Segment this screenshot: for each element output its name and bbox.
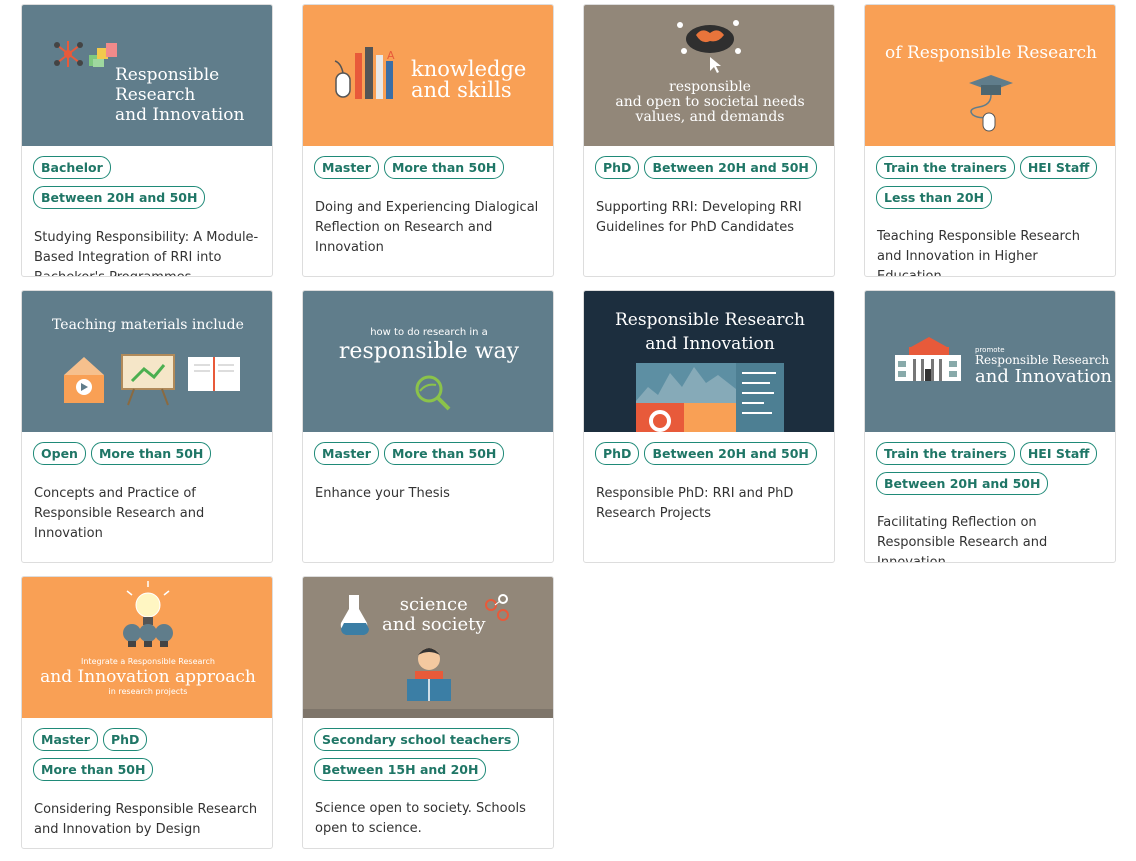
course-title[interactable]: Doing and Experiencing Dialogical Reflec…: [303, 179, 553, 258]
thumb-text-line: responsible way: [338, 339, 520, 364]
tag-level[interactable]: Open: [33, 442, 86, 465]
course-card-2[interactable]: A knowledge and skills Master More than …: [302, 4, 554, 277]
tag-list: Master More than 50H: [303, 146, 553, 179]
tag-duration[interactable]: More than 50H: [33, 758, 154, 781]
course-title[interactable]: Considering Responsible Research and Inn…: [22, 781, 272, 840]
tag-list: Train the trainers HEI Staff Less than 2…: [865, 146, 1115, 209]
thumb-text-line: Teaching materials include: [52, 317, 244, 333]
graduation-cap-mouse-icon: [969, 75, 1013, 132]
course-card-9[interactable]: Integrate a Responsible Research and Inn…: [21, 576, 273, 849]
course-title[interactable]: Science open to society. Schools open to…: [303, 781, 553, 839]
tag-duration[interactable]: Between 20H and 50H: [33, 186, 206, 209]
thumb-text-line: values, and demands: [635, 109, 785, 125]
thumb-text-line: in research projects: [108, 687, 188, 696]
tag-audience[interactable]: Train the trainers: [876, 442, 1015, 465]
svg-text:A: A: [387, 49, 395, 62]
thumb-text-line: Integrate a Responsible Research: [81, 657, 215, 666]
tag-level[interactable]: PhD: [595, 156, 640, 179]
course-card-8[interactable]: promote Responsible Research and Innovat…: [864, 290, 1116, 563]
course-title[interactable]: Supporting RRI: Developing RRI Guideline…: [584, 179, 834, 238]
tag-list: PhD Between 20H and 50H: [584, 432, 834, 465]
tag-level[interactable]: PhD: [595, 442, 640, 465]
course-thumbnail-4[interactable]: of Responsible Research: [865, 5, 1115, 146]
thumb-text-line: Research: [115, 85, 196, 105]
thumb-text-line: and Innovation: [115, 105, 245, 125]
tag-level[interactable]: Bachelor: [33, 156, 111, 179]
course-title[interactable]: Facilitating Reflection on Responsible R…: [865, 495, 1115, 562]
tag-list: Bachelor Between 20H and 50H: [22, 146, 272, 209]
thumb-text-line: Responsible Research: [615, 310, 805, 330]
thumb-text-line: and Innovation: [975, 366, 1113, 387]
course-card-7[interactable]: Responsible Research and Innovation PhD …: [583, 290, 835, 563]
thumb-text-line: and society: [382, 614, 486, 635]
thumb-text-line: science: [399, 594, 468, 615]
course-title[interactable]: Teaching Responsible Research and Innova…: [865, 209, 1115, 276]
course-card-6[interactable]: how to do research in a responsible way …: [302, 290, 554, 563]
tag-audience[interactable]: Train the trainers: [876, 156, 1015, 179]
course-card-3[interactable]: responsible and open to societal needs v…: [583, 4, 835, 277]
tag-list: Train the trainers HEI Staff Between 20H…: [865, 432, 1115, 495]
course-thumbnail-9[interactable]: Integrate a Responsible Research and Inn…: [22, 577, 272, 718]
teaching-materials-icon: [64, 354, 240, 406]
tag-level[interactable]: Master: [314, 442, 379, 465]
tag-list: Open More than 50H: [22, 432, 272, 465]
course-card-5[interactable]: Teaching materials include Open More tha…: [21, 290, 273, 563]
tag-duration[interactable]: Between 20H and 50H: [876, 472, 1049, 495]
course-title[interactable]: Concepts and Practice of Responsible Res…: [22, 465, 272, 544]
course-thumbnail-8[interactable]: promote Responsible Research and Innovat…: [865, 291, 1115, 432]
tag-list: Secondary school teachers Between 15H an…: [303, 718, 553, 781]
tag-level[interactable]: Master: [33, 728, 98, 751]
thumb-text-line: how to do research in a: [370, 327, 488, 338]
tag-list: Master More than 50H: [303, 432, 553, 465]
tag-audience[interactable]: Secondary school teachers: [314, 728, 520, 751]
thumb-text-line: and skills: [411, 78, 512, 102]
course-thumbnail-2[interactable]: A knowledge and skills: [303, 5, 553, 146]
tag-duration[interactable]: Less than 20H: [876, 186, 993, 209]
course-card-10[interactable]: science and society Secondary school tea…: [302, 576, 554, 849]
tag-list: PhD Between 20H and 50H: [584, 146, 834, 179]
course-title[interactable]: Enhance your Thesis: [303, 465, 553, 504]
tag-level[interactable]: Master: [314, 156, 379, 179]
course-card-1[interactable]: Responsible Research and Innovation Bach…: [21, 4, 273, 277]
thumb-text-line: and open to societal needs: [615, 94, 805, 110]
thumb-text-line: responsible: [669, 79, 751, 95]
tag-duration[interactable]: Between 20H and 50H: [644, 156, 817, 179]
tag-list: Master PhD More than 50H: [22, 718, 272, 781]
thumb-text-line: knowledge: [411, 57, 527, 81]
tag-audience[interactable]: HEI Staff: [1019, 156, 1098, 179]
course-card-4[interactable]: of Responsible Research Train the traine…: [864, 4, 1116, 277]
course-title[interactable]: Responsible PhD: RRI and PhD Research Pr…: [584, 465, 834, 524]
thumb-text-line: Responsible: [115, 65, 220, 85]
tag-duration[interactable]: More than 50H: [90, 442, 212, 465]
course-thumbnail-5[interactable]: Teaching materials include: [22, 291, 272, 432]
tag-duration[interactable]: Between 15H and 20H: [314, 758, 487, 781]
course-thumbnail-10[interactable]: science and society: [303, 577, 553, 718]
tag-duration[interactable]: Between 20H and 50H: [644, 442, 817, 465]
tag-duration[interactable]: More than 50H: [383, 442, 505, 465]
course-thumbnail-6[interactable]: how to do research in a responsible way: [303, 291, 553, 432]
tag-level[interactable]: PhD: [102, 728, 148, 751]
tag-audience[interactable]: HEI Staff: [1019, 442, 1098, 465]
thumb-text-line: of Responsible Research: [885, 43, 1097, 63]
course-thumbnail-3[interactable]: responsible and open to societal needs v…: [584, 5, 834, 146]
thumb-text-line: and Innovation approach: [40, 667, 256, 687]
course-thumbnail-1[interactable]: Responsible Research and Innovation: [22, 5, 272, 146]
course-title[interactable]: Studying Responsibility: A Module-Based …: [22, 209, 272, 276]
course-thumbnail-7[interactable]: Responsible Research and Innovation: [584, 291, 834, 432]
thumb-text-line: and Innovation: [645, 334, 775, 354]
tag-duration[interactable]: More than 50H: [383, 156, 505, 179]
